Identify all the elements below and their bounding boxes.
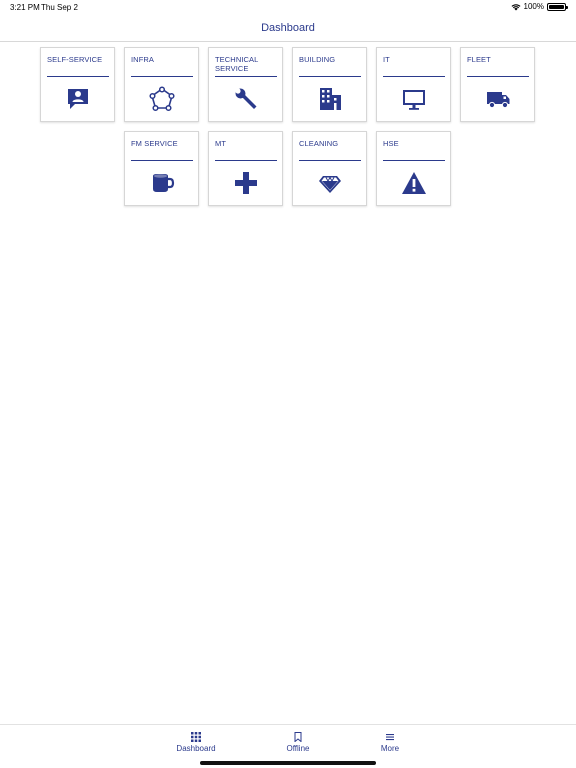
battery-percent: 100% [523,2,544,11]
tile-building[interactable]: BUILDING [292,47,367,122]
tab-label: More [380,744,400,753]
wrench-icon [233,86,259,112]
tile-label: MT [215,139,227,148]
tile-label: FM SERVICE [131,139,178,148]
status-indicators: 100% [511,2,568,11]
tile-divider [299,160,361,161]
tile-label: INFRA [131,55,154,64]
truck-icon [485,86,511,112]
tile-divider [47,76,109,77]
navigation-bar: Dashboard [0,16,576,42]
page-title: Dashboard [261,22,315,34]
tab-label: Dashboard [176,744,216,753]
tile-fm-service[interactable]: FM SERVICE [124,131,199,206]
tile-label: SELF-SERVICE [47,55,103,64]
tile-cleaning[interactable]: CLEANING [292,131,367,206]
grid-icon [191,732,201,742]
tile-divider [383,76,445,77]
tile-divider [215,160,277,161]
monitor-icon [401,86,427,112]
tile-technical-service[interactable]: TECHNICAL SERVICE [208,47,283,122]
bookmark-icon [294,732,302,742]
tile-label: FLEET [467,55,491,64]
tile-divider [383,160,445,161]
tile-hse[interactable]: HSE [376,131,451,206]
tile-divider [131,76,193,77]
tile-fleet[interactable]: FLEET [460,47,535,122]
tile-divider [131,160,193,161]
wifi-icon [511,3,521,10]
coffee-mug-icon [149,170,175,196]
tile-label: CLEANING [299,139,339,148]
building-icon [317,86,343,112]
tab-label: Offline [286,744,310,753]
tile-divider [299,76,361,77]
tile-infra[interactable]: INFRA [124,47,199,122]
network-nodes-icon [149,86,175,112]
tab-offline[interactable]: Offline [268,732,328,753]
tile-label: HSE [383,139,399,148]
tile-self-service[interactable]: SELF-SERVICE [40,47,115,122]
menu-icon [386,734,394,741]
tile-it[interactable]: IT [376,47,451,122]
warning-icon [401,170,427,196]
diamond-icon [317,170,343,196]
tab-dashboard[interactable]: Dashboard [166,732,226,753]
medical-cross-icon [233,170,259,196]
tile-label: TECHNICAL SERVICE [215,55,259,73]
status-bar: 3:21 PM Thu Sep 2 100% [0,0,576,16]
tile-mt[interactable]: MT [208,131,283,206]
status-date: Thu Sep 2 [41,3,78,12]
tile-label: BUILDING [299,55,336,64]
tile-divider [467,76,529,77]
status-time: 3:21 PM [10,3,40,12]
tab-bar: Dashboard Offline More [0,724,576,768]
tab-more[interactable]: More [360,732,420,753]
chat-person-icon [65,86,91,112]
tile-label: IT [383,55,390,64]
tile-divider [215,76,277,77]
home-indicator[interactable] [200,761,376,765]
battery-full-icon [547,2,568,11]
